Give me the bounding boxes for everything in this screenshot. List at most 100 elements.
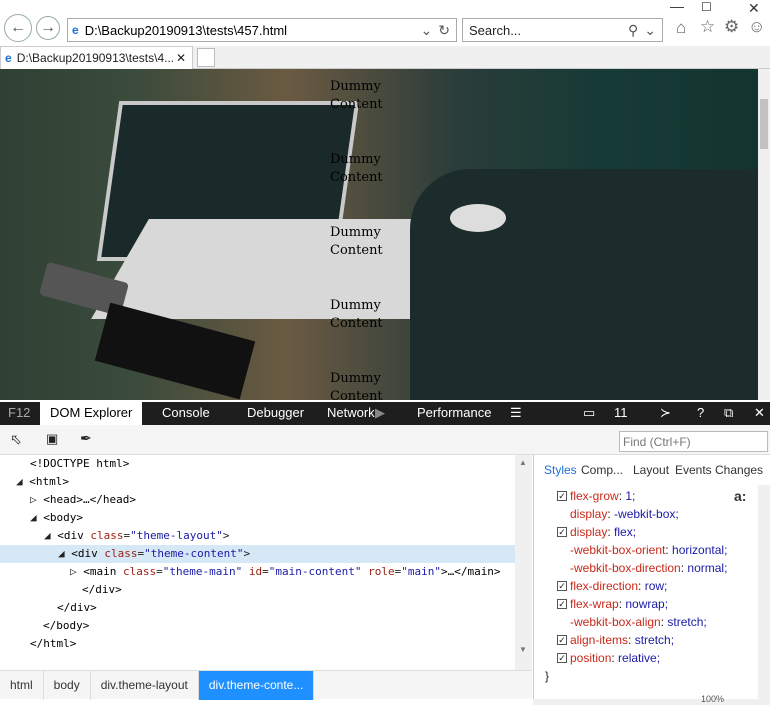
expand-icon[interactable]: ◢ <box>44 529 51 542</box>
tab-dom-explorer[interactable]: DOM Explorer <box>40 402 143 425</box>
rule-checkbox[interactable]: ✓ <box>557 527 567 537</box>
text-format-icon[interactable]: a: <box>734 488 746 504</box>
tree-node[interactable]: </div> <box>82 581 122 599</box>
refresh-icon[interactable]: ↻ <box>438 22 450 39</box>
expand-icon[interactable]: ◢ <box>30 511 37 524</box>
tree-node[interactable]: <!DOCTYPE html> <box>30 455 129 473</box>
close-tab-icon[interactable]: ✕ <box>176 51 186 65</box>
dummy-text: Dummy <box>330 371 381 386</box>
tab-computed[interactable]: Comp... <box>581 463 623 477</box>
close-window-icon[interactable]: ✕ <box>748 0 760 17</box>
gear-icon[interactable]: ⚙ <box>724 17 739 37</box>
scroll-down-icon[interactable]: ▼ <box>519 645 527 654</box>
style-rule[interactable]: display: flex; <box>570 525 636 539</box>
rule-value: nowrap; <box>625 597 669 611</box>
style-rule[interactable]: flex-grow: 1; <box>570 489 635 503</box>
attr-value-text: "theme-main" <box>162 565 243 578</box>
tab-styles[interactable]: Styles <box>544 463 577 477</box>
breadcrumb-div-content[interactable]: div.theme-conte... <box>198 670 315 700</box>
div-tag-text: <div <box>71 547 98 560</box>
tab-title: D:\Backup20190913\tests\4... <box>16 51 175 65</box>
tree-node[interactable]: </html> <box>30 635 76 653</box>
console-icon[interactable]: ≻ <box>660 405 671 421</box>
smiley-icon[interactable]: ☺ <box>748 17 765 37</box>
search-field[interactable]: Search... ⚲ ⌄ <box>462 18 663 42</box>
tab-performance[interactable]: Performance <box>417 405 491 420</box>
collapsed-icon[interactable]: ▷ <box>30 493 37 506</box>
find-input[interactable]: Find (Ctrl+F) <box>619 431 768 452</box>
breadcrumb-div-layout[interactable]: div.theme-layout <box>91 670 199 700</box>
back-button[interactable]: ← <box>4 14 32 42</box>
help-icon[interactable]: ? <box>697 405 704 420</box>
tab-network[interactable]: Network <box>327 405 375 420</box>
tab-changes[interactable]: Changes <box>715 463 763 477</box>
highlight-box-icon[interactable]: ▣ <box>46 431 58 447</box>
attr-name-text: role <box>368 565 395 578</box>
tree-node[interactable]: </div> <box>57 599 97 617</box>
style-rule[interactable]: -webkit-box-orient: horizontal; <box>570 543 727 557</box>
expand-icon[interactable]: ◢ <box>58 547 65 560</box>
style-rule[interactable]: -webkit-box-direction: normal; <box>570 561 727 575</box>
style-rule[interactable]: flex-wrap: nowrap; <box>570 597 668 611</box>
browser-tab[interactable]: e D:\Backup20190913\tests\4... ✕ <box>0 46 193 69</box>
rule-checkbox[interactable]: ✓ <box>557 581 567 591</box>
dom-tree-scrollbar[interactable]: ▲ ▼ <box>515 455 532 670</box>
style-rule[interactable]: align-items: stretch; <box>570 633 674 647</box>
dummy-text: Content <box>330 170 383 185</box>
tab-layout[interactable]: Layout <box>633 463 669 477</box>
dummy-text: Dummy <box>330 298 381 313</box>
scrollbar-thumb[interactable] <box>760 99 768 149</box>
style-rule[interactable]: display: -webkit-box; <box>570 507 679 521</box>
address-bar: ← → e D:\Backup20190913\tests\457.html ⌄… <box>0 0 770 46</box>
breadcrumb-html[interactable]: html <box>0 670 44 700</box>
chevron-down-icon[interactable]: ⌄ <box>421 22 433 39</box>
minimize-icon[interactable]: — <box>670 0 684 14</box>
tree-node[interactable]: ▷ <main class="theme-main" id="main-cont… <box>70 563 501 581</box>
dummy-text: Content <box>330 97 383 112</box>
rule-checkbox[interactable]: ✓ <box>557 491 567 501</box>
home-icon[interactable]: ⌂ <box>676 18 686 38</box>
tree-node[interactable]: ◢ <body> <box>30 509 83 527</box>
style-rule[interactable]: position: relative; <box>570 651 660 665</box>
tab-console[interactable]: Console <box>162 405 210 420</box>
tab-debugger[interactable]: Debugger <box>247 405 304 420</box>
color-picker-icon[interactable]: ✒ <box>80 430 92 447</box>
ie-page-icon: e <box>5 51 12 65</box>
select-element-icon[interactable]: ⬁ <box>10 431 22 448</box>
collapsed-icon[interactable]: ▷ <box>70 565 77 578</box>
device-icon[interactable]: ▭ <box>583 405 595 421</box>
tab-events[interactable]: Events <box>675 463 712 477</box>
style-rule[interactable]: flex-direction: row; <box>570 579 667 593</box>
forward-button[interactable]: → <box>36 16 60 40</box>
rule-value: stretch; <box>634 633 675 647</box>
scroll-up-icon[interactable]: ▲ <box>519 458 527 467</box>
rule-value: -webkit-box; <box>614 507 679 521</box>
more-tabs-icon[interactable]: ☰ <box>510 405 522 421</box>
url-field[interactable]: e D:\Backup20190913\tests\457.html ⌄ ↻ <box>67 18 457 42</box>
emulation-count[interactable]: 11 <box>614 405 628 420</box>
tree-node-selected[interactable]: ◢ <div class="theme-content"> <box>58 545 250 563</box>
tree-node[interactable]: </body> <box>43 617 89 635</box>
tree-node[interactable]: ◢ <html> <box>16 473 69 491</box>
favorites-star-icon[interactable]: ☆ <box>700 17 715 37</box>
rule-value: normal; <box>687 561 728 575</box>
search-icon[interactable]: ⚲ <box>628 22 638 39</box>
rule-checkbox[interactable]: ✓ <box>557 599 567 609</box>
search-input[interactable]: Search... <box>469 23 628 38</box>
style-rule[interactable]: -webkit-box-align: stretch; <box>570 615 707 629</box>
rule-checkbox[interactable]: ✓ <box>557 635 567 645</box>
new-tab-button[interactable] <box>197 48 215 67</box>
rule-checkbox[interactable]: ✓ <box>557 653 567 663</box>
styles-scrollbar[interactable] <box>758 485 770 705</box>
expand-icon[interactable]: ◢ <box>16 475 23 488</box>
chevron-down-icon[interactable]: ⌄ <box>644 22 656 39</box>
div-close-text: </div> <box>82 583 122 596</box>
tree-node[interactable]: ▷ <head>…</head> <box>30 491 136 509</box>
tree-node[interactable]: ◢ <div class="theme-layout"> <box>44 527 229 545</box>
breadcrumb-body[interactable]: body <box>44 670 91 700</box>
page-scrollbar[interactable] <box>758 69 770 400</box>
undock-icon[interactable]: ⧉ <box>724 405 733 421</box>
close-devtools-icon[interactable]: ✕ <box>754 405 765 421</box>
maximize-icon[interactable]: ☐ <box>701 0 712 14</box>
attr-value-text: "theme-content" <box>144 547 244 560</box>
